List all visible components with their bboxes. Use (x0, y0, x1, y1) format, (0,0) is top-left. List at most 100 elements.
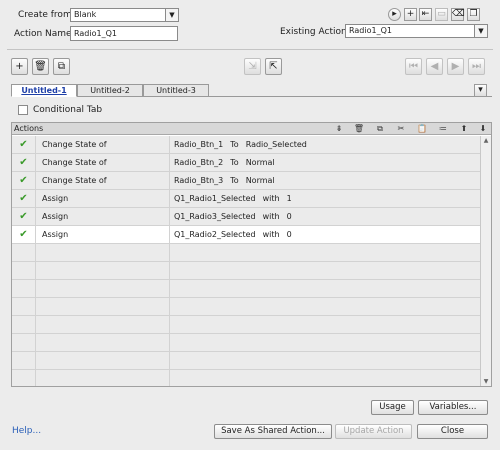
move-down-icon[interactable]: ⬇ (476, 123, 490, 135)
duplicate-action-icon[interactable]: ❐ (467, 8, 480, 21)
empty-table-row[interactable] (12, 244, 480, 262)
table-row[interactable]: ✔ Change State of Radio_Btn_1 To Radio_Selec… (12, 136, 480, 154)
target-cell (170, 352, 480, 369)
usage-button[interactable]: Usage (371, 400, 414, 415)
empty-cell (12, 370, 36, 386)
existing-actions-dropdown[interactable]: Radio1_Q1 ▼ (345, 24, 488, 38)
previous-icon[interactable]: ◀ (426, 58, 443, 75)
last-icon[interactable]: ⏭ (468, 58, 485, 75)
folder-icon[interactable]: ▭ (435, 8, 448, 21)
target-keyword: To (230, 176, 239, 185)
target-cell: Q1_Radio2_Selected with 0 (170, 226, 480, 243)
save-as-shared-action-button[interactable]: Save As Shared Action... (214, 424, 332, 439)
action-cell (36, 334, 170, 351)
target-cell: Q1_Radio1_Selected with 1 (170, 190, 480, 207)
help-link[interactable]: Help... (12, 426, 41, 436)
add-action-icon[interactable]: + (404, 8, 417, 21)
actions-grid: Actions ⇟ 🗑 ⧉ ✂ 📋 ≔ ⬆ ⬇ ✔ Change State of… (11, 122, 492, 387)
target-cell (170, 334, 480, 351)
empty-cell (12, 298, 36, 315)
import-action-icon[interactable]: ⇤ (419, 8, 432, 21)
target-value: 0 (286, 212, 292, 221)
move-up-icon[interactable]: ⬆ (457, 123, 471, 135)
close-button[interactable]: Close (417, 424, 488, 439)
target-keyword: To (230, 158, 239, 167)
table-row[interactable]: ✔ Change State of Radio_Btn_3 To Normal (12, 172, 480, 190)
delete-row-icon[interactable]: 🗑 (352, 123, 366, 135)
action-cell: Assign (36, 226, 170, 243)
target-cell (170, 280, 480, 297)
empty-cell (12, 352, 36, 369)
chevron-down-icon: ▼ (474, 25, 487, 37)
target-name: Radio_Btn_2 (174, 158, 224, 167)
target-cell: Radio_Btn_1 To Radio_Selected (170, 136, 480, 153)
scroll-up-icon[interactable]: ▲ (482, 137, 490, 145)
tab-untitled-2[interactable]: Untitled-2 (77, 84, 143, 97)
action-cell (36, 370, 170, 386)
empty-table-row[interactable] (12, 316, 480, 334)
cut-row-icon[interactable]: ✂ (394, 123, 408, 135)
next-icon[interactable]: ▶ (447, 58, 464, 75)
create-from-dropdown[interactable]: Blank ▼ (70, 8, 179, 22)
empty-cell (12, 280, 36, 297)
target-value: Normal (245, 158, 275, 167)
copy-tab-icon[interactable]: ⧉ (53, 58, 70, 75)
insert-row-icon[interactable]: ⇟ (332, 123, 346, 135)
target-cell: Radio_Btn_2 To Normal (170, 154, 480, 171)
variables-row-icon[interactable]: ≔ (436, 123, 450, 135)
actions-grid-header: Actions ⇟ 🗑 ⧉ ✂ 📋 ≔ ⬆ ⬇ (12, 123, 491, 135)
target-name: Radio_Btn_3 (174, 176, 224, 185)
table-row[interactable]: ✔ Change State of Radio_Btn_2 To Normal (12, 154, 480, 172)
table-row[interactable]: ✔ Assign Q1_Radio2_Selected with 0 (12, 226, 480, 244)
export-tab-icon[interactable]: ⇱ (265, 58, 282, 75)
target-name: Q1_Radio1_Selected (174, 194, 256, 203)
target-name: Radio_Btn_1 (174, 140, 224, 149)
action-name-field[interactable]: Radio1_Q1 (70, 26, 178, 41)
table-row[interactable]: ✔ Assign Q1_Radio3_Selected with 0 (12, 208, 480, 226)
target-cell (170, 298, 480, 315)
action-cell (36, 280, 170, 297)
existing-actions-value: Radio1_Q1 (349, 26, 392, 35)
tab-untitled-3[interactable]: Untitled-3 (143, 84, 209, 97)
empty-table-row[interactable] (12, 370, 480, 386)
empty-cell (12, 316, 36, 333)
first-icon[interactable]: ⏮ (405, 58, 422, 75)
conditional-tab-label: Conditional Tab (33, 105, 103, 115)
target-keyword: with (262, 194, 280, 203)
copy-row-icon[interactable]: ⧉ (373, 123, 387, 135)
create-from-label: Create from: (18, 10, 75, 20)
target-name: Q1_Radio2_Selected (174, 230, 256, 239)
empty-table-row[interactable] (12, 298, 480, 316)
delete-tab-icon[interactable]: 🗑 (32, 58, 49, 75)
target-keyword: with (262, 212, 280, 221)
action-cell (36, 244, 170, 261)
target-cell: Radio_Btn_3 To Normal (170, 172, 480, 189)
check-icon: ✔ (12, 136, 36, 153)
grid-scrollbar[interactable]: ▲ ▼ (480, 136, 491, 386)
empty-table-row[interactable] (12, 280, 480, 298)
conditional-tab-checkbox[interactable] (18, 105, 28, 115)
check-icon: ✔ (12, 226, 36, 243)
tab-untitled-1[interactable]: Untitled-1 (11, 84, 77, 97)
tab-baseline (209, 96, 492, 97)
delete-action-icon[interactable]: ⌫ (451, 8, 465, 21)
scroll-down-icon[interactable]: ▼ (482, 378, 490, 386)
update-action-button[interactable]: Update Action (335, 424, 412, 439)
paste-row-icon[interactable]: 📋 (415, 123, 429, 135)
empty-table-row[interactable] (12, 352, 480, 370)
table-row[interactable]: ✔ Assign Q1_Radio1_Selected with 1 (12, 190, 480, 208)
check-icon: ✔ (12, 190, 36, 207)
target-cell (170, 370, 480, 386)
variables-button[interactable]: Variables... (418, 400, 488, 415)
empty-cell (12, 244, 36, 261)
play-icon[interactable]: ▸ (388, 8, 401, 21)
chevron-down-icon: ▼ (165, 9, 178, 21)
empty-table-row[interactable] (12, 262, 480, 280)
target-value: Normal (245, 176, 275, 185)
add-tab-icon[interactable]: + (11, 58, 28, 75)
empty-table-row[interactable] (12, 334, 480, 352)
empty-cell (12, 262, 36, 279)
import-tab-icon[interactable]: ⇲ (244, 58, 261, 75)
action-cell (36, 298, 170, 315)
target-keyword: with (262, 230, 280, 239)
